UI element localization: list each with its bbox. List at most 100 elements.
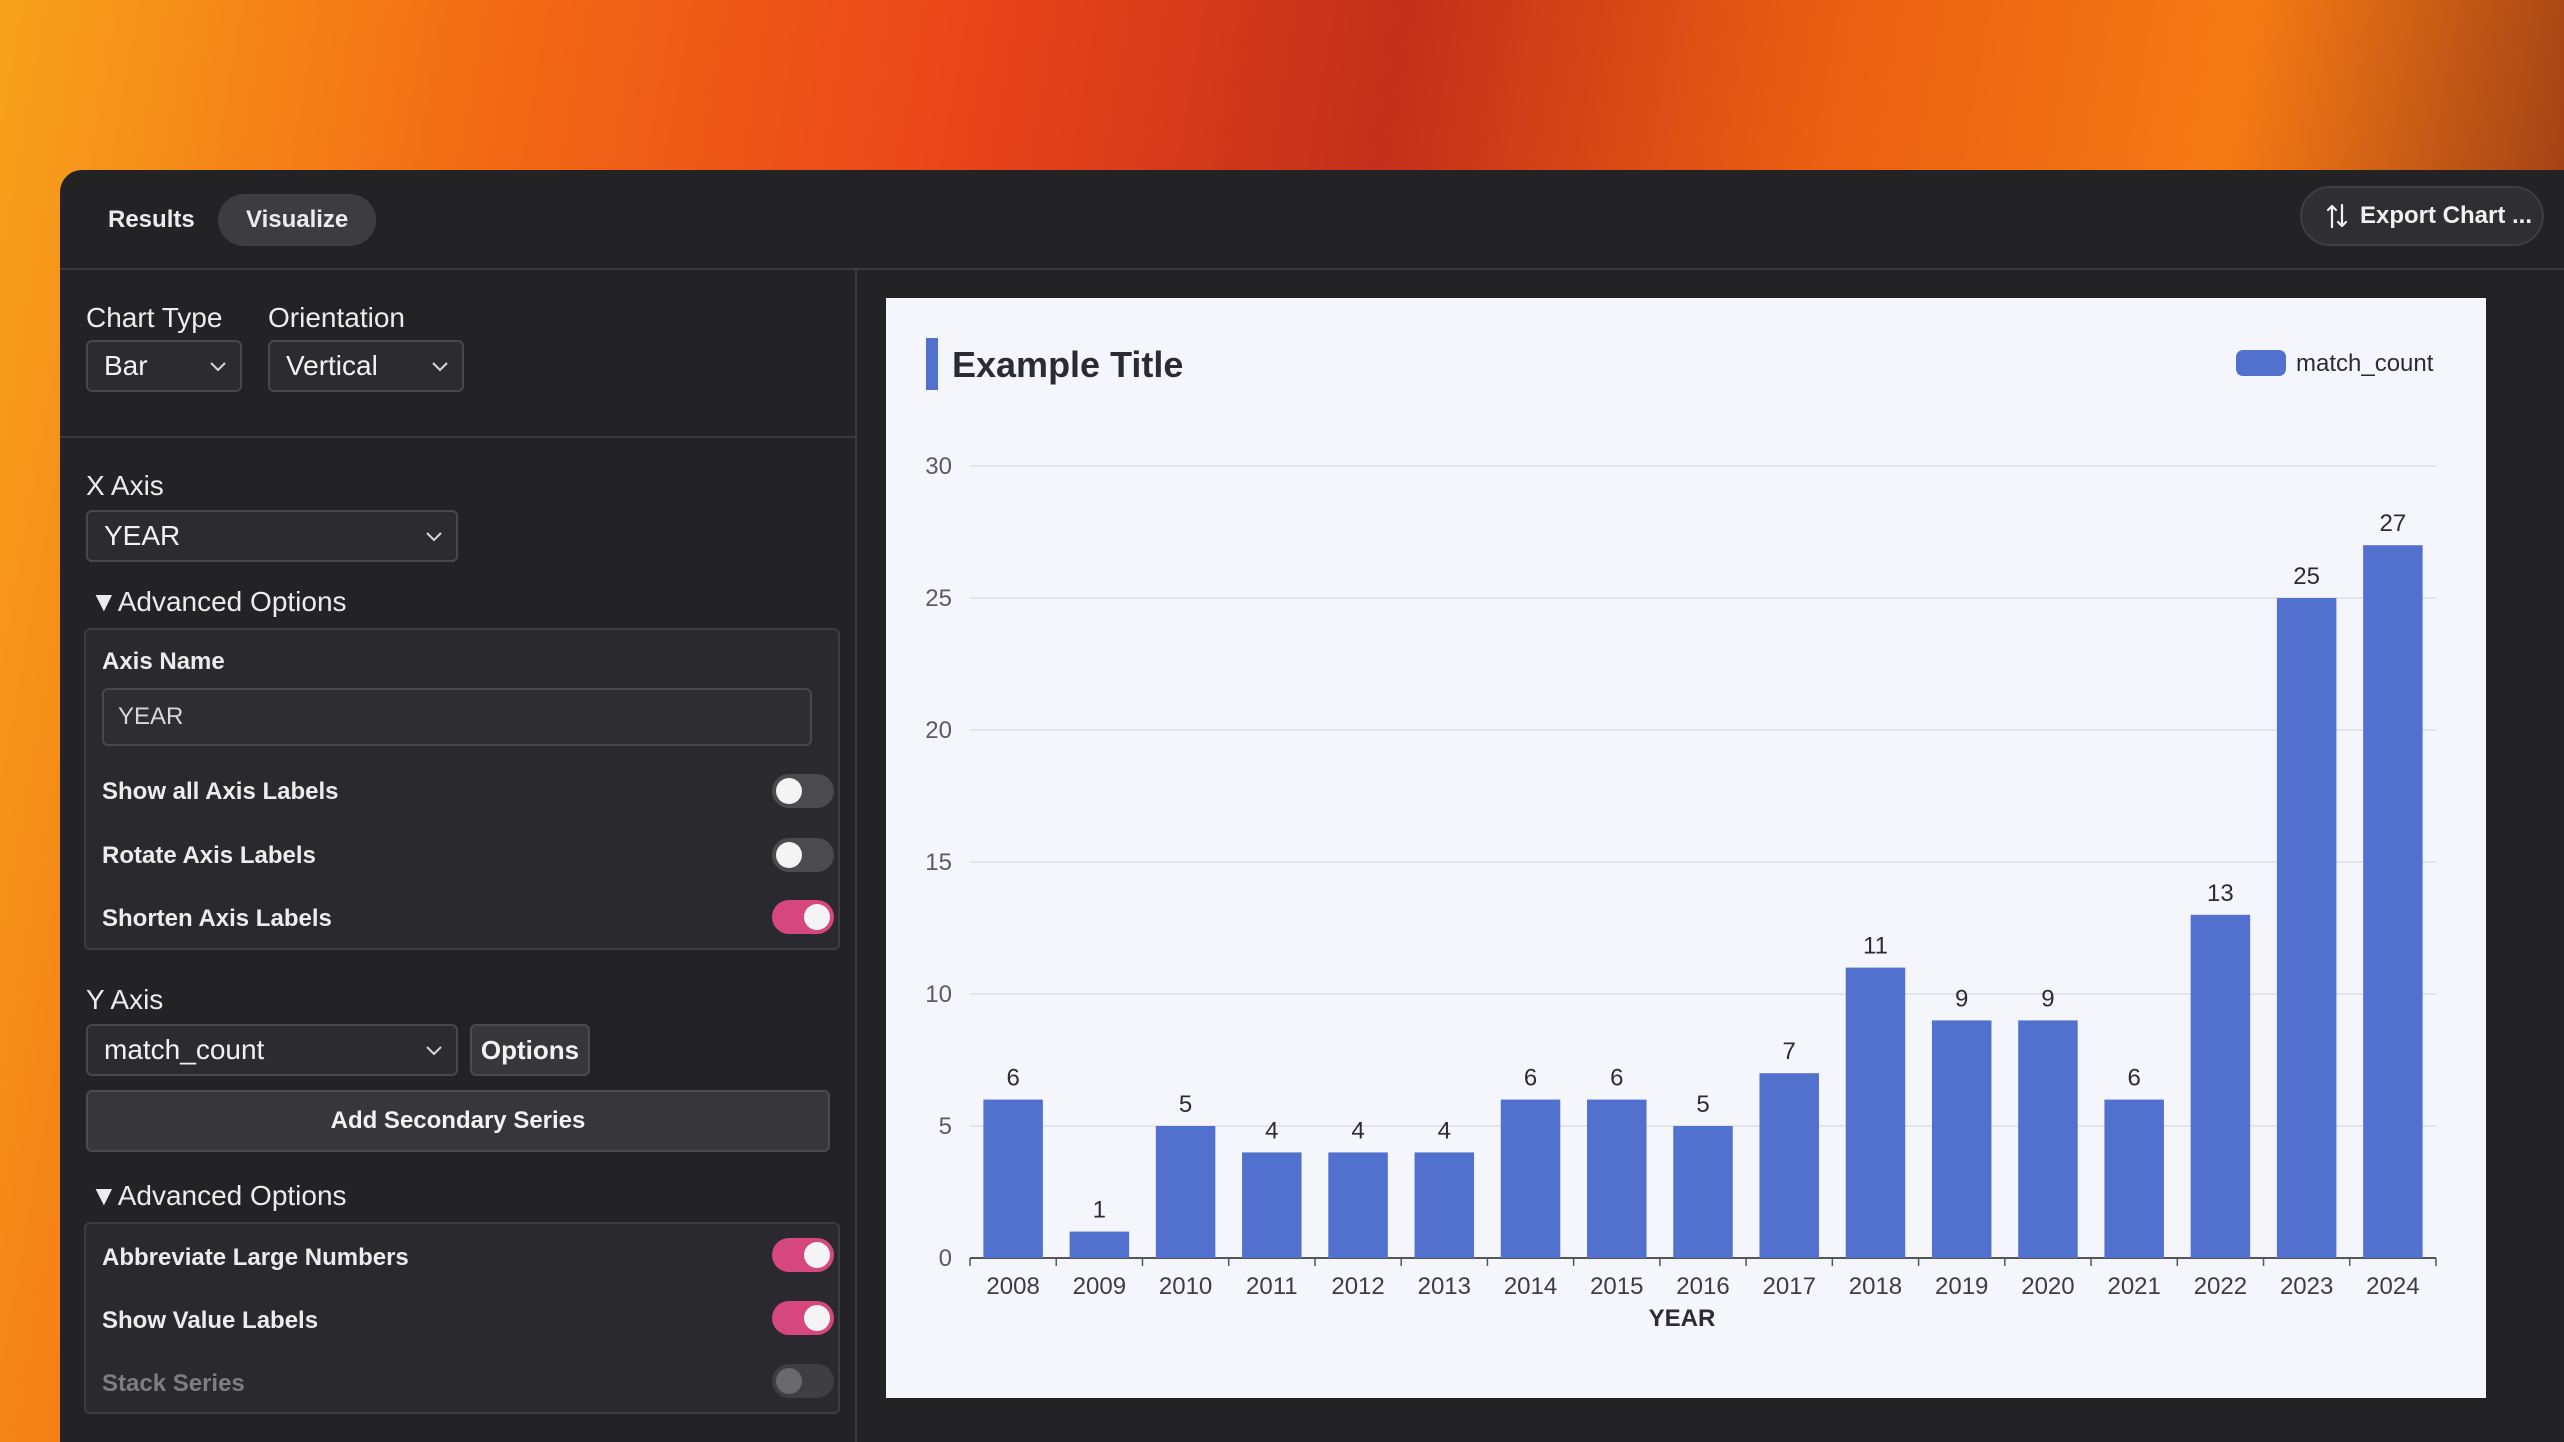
y-axis-advanced-panel: Abbreviate Large Numbers Show Value Labe… (84, 1222, 840, 1414)
bar-2022[interactable] (2190, 914, 2251, 1258)
arrows-swap-icon (2326, 203, 2348, 229)
value-label: 9 (2041, 985, 2054, 1012)
value-label: 6 (1524, 1065, 1537, 1092)
x-tick-label: 2011 (1246, 1273, 1298, 1300)
chart-type-value: Bar (104, 350, 148, 381)
bar-2021[interactable] (2104, 1099, 2164, 1258)
value-label: 1 (1093, 1197, 1106, 1224)
x-tick-label: 2015 (1590, 1273, 1643, 1300)
show-value-labels-label: Show Value Labels (102, 1307, 319, 1334)
y-axis-options-button[interactable]: Options (470, 1024, 590, 1076)
bar-2019[interactable] (1931, 1020, 1992, 1258)
value-label: 6 (1006, 1065, 1019, 1092)
show-all-axis-labels-label: Show all Axis Labels (102, 778, 339, 805)
add-secondary-series-button[interactable]: Add Secondary Series (86, 1090, 830, 1152)
toggle-knob (776, 1368, 802, 1394)
show-value-labels-toggle[interactable] (772, 1301, 834, 1335)
chart-type-select[interactable]: Bar (86, 340, 242, 392)
x-tick-label: 2024 (2366, 1273, 2419, 1300)
y-tick-label: 10 (925, 981, 952, 1008)
y-axis-advanced-toggle[interactable]: ▼Advanced Options (90, 1180, 347, 1212)
x-tick-label: 2009 (1073, 1273, 1126, 1300)
chart-card: Example Title match_count 0 5 10 15 20 25 30 6… (886, 298, 2486, 1398)
bar-2023[interactable] (2276, 598, 2337, 1258)
bar-2015[interactable] (1587, 1099, 1647, 1258)
bar-2017[interactable] (1759, 1073, 1819, 1258)
x-tick-label: 2018 (1849, 1273, 1902, 1300)
orientation-select[interactable]: Vertical (268, 340, 464, 392)
bar-2014[interactable] (1500, 1099, 1561, 1258)
x-axis-label: X Axis (86, 470, 164, 501)
bar-2013[interactable] (1414, 1152, 1475, 1258)
x-axis-title: YEAR (1649, 1305, 1716, 1332)
x-axis-advanced-toggle[interactable]: ▼Advanced Options (90, 586, 347, 618)
y-axis-select[interactable]: match_count (86, 1024, 458, 1076)
shorten-axis-labels-toggle[interactable] (772, 900, 834, 934)
axis-name-label: Axis Name (102, 648, 225, 675)
abbreviate-large-numbers-toggle[interactable] (772, 1238, 834, 1272)
top-toolbar: Results Visualize Export Chart ... (60, 170, 2564, 270)
chevron-down-icon (426, 1046, 442, 1056)
section-divider (60, 436, 855, 438)
x-tick-label: 2019 (1935, 1273, 1988, 1300)
rotate-axis-labels-label: Rotate Axis Labels (102, 842, 316, 869)
x-axis-select[interactable]: YEAR (86, 510, 458, 562)
y-axis-label: Y Axis (86, 984, 164, 1015)
x-tick-label: 2010 (1159, 1273, 1212, 1300)
x-tick-label: 2017 (1763, 1273, 1816, 1300)
export-chart-label: Export Chart ... (2360, 202, 2533, 229)
abbreviate-large-numbers-label: Abbreviate Large Numbers (102, 1244, 409, 1271)
value-label: 4 (1265, 1117, 1278, 1144)
toggle-knob (804, 904, 830, 930)
tab-visualize[interactable]: Visualize (218, 194, 377, 246)
bar-2010[interactable] (1155, 1126, 1216, 1258)
x-tick-label: 2023 (2280, 1273, 2333, 1300)
shorten-axis-labels-label: Shorten Axis Labels (102, 905, 332, 932)
value-label: 9 (1955, 985, 1968, 1012)
value-label: 27 (2380, 510, 2407, 537)
chevron-down-icon (432, 362, 448, 372)
y-tick-label: 0 (939, 1245, 952, 1272)
value-label: 6 (2127, 1065, 2140, 1092)
value-label: 11 (1863, 933, 1888, 960)
bar-2018[interactable] (1845, 967, 1906, 1258)
bar-2011[interactable] (1242, 1152, 1302, 1258)
bar-2009[interactable] (1069, 1231, 1130, 1258)
orientation-value: Vertical (286, 350, 378, 381)
value-label: 7 (1783, 1038, 1796, 1065)
chevron-down-icon (210, 362, 226, 372)
value-label: 6 (1610, 1065, 1623, 1092)
x-tick-label: 2012 (1331, 1273, 1384, 1300)
stack-series-toggle[interactable] (772, 1364, 834, 1398)
legend-swatch[interactable] (2236, 350, 2286, 376)
x-tick-label: 2022 (2194, 1273, 2247, 1300)
toggle-knob (804, 1305, 830, 1331)
stack-series-label: Stack Series (102, 1370, 245, 1397)
y-tick-label: 20 (925, 717, 952, 744)
bar-2020[interactable] (2018, 1020, 2078, 1258)
app-window: Results Visualize Export Chart ... Chart… (60, 170, 2564, 1442)
y-tick-label: 5 (939, 1113, 952, 1140)
show-all-axis-labels-toggle[interactable] (772, 774, 834, 808)
x-axis-value: YEAR (104, 520, 181, 551)
bar-2012[interactable] (1328, 1152, 1388, 1258)
tab-results[interactable]: Results (80, 194, 223, 246)
bar-2024[interactable] (2363, 545, 2423, 1258)
rotate-axis-labels-toggle[interactable] (772, 838, 834, 872)
toggle-knob (804, 1242, 830, 1268)
toggle-knob (776, 842, 802, 868)
bar-2008[interactable] (983, 1099, 1043, 1258)
bar-2016[interactable] (1673, 1126, 1733, 1258)
x-tick-label: 2014 (1504, 1273, 1557, 1300)
triangle-down-icon: ▼ (90, 586, 118, 617)
export-chart-button[interactable]: Export Chart ... (2300, 186, 2544, 246)
value-label: 5 (1696, 1091, 1709, 1118)
value-label: 13 (2207, 880, 2234, 907)
axis-name-input[interactable]: YEAR (102, 688, 812, 746)
value-label: 25 (2293, 563, 2320, 590)
orientation-label: Orientation (268, 302, 405, 333)
legend-label[interactable]: match_count (2296, 350, 2434, 377)
x-tick-label: 2013 (1418, 1273, 1471, 1300)
y-tick-label: 25 (925, 585, 952, 612)
triangle-down-icon: ▼ (90, 1180, 118, 1211)
